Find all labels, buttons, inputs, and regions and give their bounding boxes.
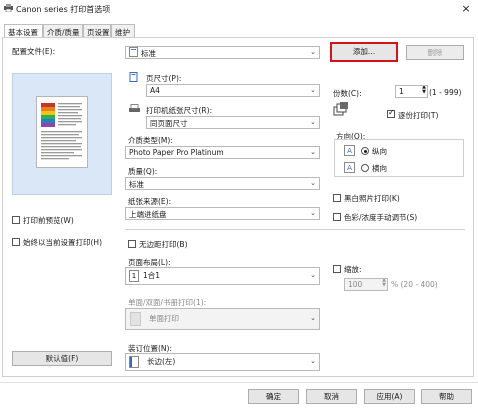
grayscale-checkbox[interactable] bbox=[333, 194, 341, 202]
page-layout-value: 1合1 bbox=[143, 271, 161, 280]
copies-label: 份数(C): bbox=[333, 89, 362, 98]
tab-media-quality[interactable]: 介质/质量 bbox=[43, 24, 83, 38]
apply-button[interactable]: 应用(A) bbox=[364, 389, 415, 404]
printer-paper-size-select[interactable]: 同页面尺寸 ⌄ bbox=[146, 116, 320, 129]
borderless-label: 无边距打印(B) bbox=[139, 240, 188, 249]
section-divider bbox=[125, 229, 465, 230]
delete-profile-button[interactable]: 删除 bbox=[406, 45, 464, 60]
copies-range: (1 - 999) bbox=[429, 88, 462, 97]
window-title: Canon series 打印首选项 bbox=[16, 5, 111, 14]
stepper-icon[interactable]: ▲ ▼ bbox=[382, 279, 386, 288]
landscape-label: 横向 bbox=[372, 164, 387, 173]
collate-label: 逐份打印(T) bbox=[398, 111, 439, 120]
preview-before-print-checkbox[interactable] bbox=[12, 216, 20, 224]
always-print-current-checkbox[interactable] bbox=[12, 238, 20, 246]
chevron-down-icon: ⌄ bbox=[310, 48, 316, 56]
portrait-radio[interactable] bbox=[361, 147, 369, 155]
portrait-icon: A bbox=[344, 145, 355, 156]
chevron-down-icon: ⌄ bbox=[310, 209, 316, 217]
page-layout-select[interactable]: 1 1合1 ⌄ bbox=[125, 267, 320, 285]
paper-size-icon bbox=[129, 104, 140, 114]
media-type-select[interactable]: Photo Paper Pro Platinum ⌄ bbox=[125, 146, 320, 159]
paper-source-select[interactable]: 上端进纸盘 ⌄ bbox=[125, 207, 320, 220]
page-size-value: A4 bbox=[150, 86, 160, 95]
scaling-label: 缩放: bbox=[344, 265, 362, 274]
ok-button[interactable]: 确定 bbox=[248, 389, 299, 404]
landscape-radio[interactable] bbox=[361, 164, 369, 172]
binding-select[interactable]: 长边(左) ⌄ bbox=[125, 353, 320, 371]
scaling-range: % (20 - 400) bbox=[391, 280, 438, 289]
title-bar: Canon series 打印首选项 × bbox=[0, 0, 478, 18]
printer-paper-size-value: 同页面尺寸 bbox=[150, 119, 188, 128]
quality-value: 标准 bbox=[129, 180, 144, 189]
paper-source-label: 纸张来源(E): bbox=[128, 197, 172, 206]
defaults-button[interactable]: 默认值(F) bbox=[12, 351, 112, 366]
borderless-checkbox[interactable] bbox=[128, 240, 136, 248]
chevron-down-icon: ⌄ bbox=[310, 148, 316, 156]
chevron-down-icon: ⌄ bbox=[310, 271, 316, 279]
scaling-checkbox[interactable] bbox=[333, 265, 341, 273]
chevron-down-icon: ⌄ bbox=[310, 86, 316, 94]
media-type-value: Photo Paper Pro Platinum bbox=[129, 148, 224, 157]
preview-page bbox=[36, 96, 88, 168]
scaling-input[interactable]: 100 ▲ ▼ bbox=[344, 278, 388, 291]
copies-input[interactable]: 1 ▲ ▼ bbox=[395, 85, 428, 98]
profile-label: 配置文件(E): bbox=[12, 47, 56, 56]
paper-source-value: 上端进纸盘 bbox=[129, 210, 167, 219]
binding-icon bbox=[129, 356, 139, 368]
tab-maintenance[interactable]: 维护 bbox=[111, 24, 135, 38]
collate-checkbox[interactable] bbox=[387, 108, 395, 118]
close-button[interactable]: × bbox=[458, 1, 474, 17]
binding-value: 长边(左) bbox=[147, 357, 176, 366]
copies-icon bbox=[333, 102, 349, 116]
grayscale-label: 黑白照片打印(K) bbox=[344, 194, 400, 203]
preview-before-print-label: 打印前预览(W) bbox=[23, 216, 74, 225]
stepper-icon[interactable]: ▲ ▼ bbox=[422, 86, 426, 95]
duplex-icon bbox=[130, 312, 141, 326]
printer-icon bbox=[4, 4, 13, 13]
tab-page-setup[interactable]: 页设置 bbox=[83, 24, 111, 38]
copies-value: 1 bbox=[399, 87, 404, 96]
duplex-select[interactable]: 单面打印 ⌄ bbox=[125, 308, 320, 330]
chevron-down-icon: ⌄ bbox=[310, 314, 316, 322]
always-print-current-label: 始终以当前设置打印(H) bbox=[23, 238, 102, 247]
footer-divider bbox=[0, 382, 478, 383]
printer-paper-size-label: 打印机纸张尺寸(R): bbox=[146, 106, 213, 115]
manual-color-checkbox[interactable] bbox=[333, 213, 341, 221]
media-type-label: 介质类型(M): bbox=[128, 136, 173, 145]
layout-icon: 1 bbox=[129, 270, 139, 282]
profile-select[interactable]: 标准 ⌄ bbox=[125, 46, 320, 59]
duplex-label: 单面/双面/书册打印(1): bbox=[128, 298, 207, 307]
landscape-icon: A bbox=[344, 162, 355, 173]
quality-select[interactable]: 标准 ⌄ bbox=[125, 177, 320, 190]
scaling-value: 100 bbox=[348, 280, 363, 289]
page-size-icon bbox=[129, 72, 139, 82]
cancel-button[interactable]: 取消 bbox=[306, 389, 357, 404]
manual-color-label: 色彩/浓度手动调节(S) bbox=[344, 213, 418, 222]
profile-icon bbox=[129, 47, 139, 57]
chevron-down-icon: ⌄ bbox=[310, 357, 316, 365]
chevron-down-icon: ⌄ bbox=[310, 179, 316, 187]
page-size-label: 页尺寸(P): bbox=[146, 74, 182, 83]
profile-value: 标准 bbox=[141, 49, 156, 58]
duplex-value: 单面打印 bbox=[149, 314, 179, 323]
portrait-label: 纵向 bbox=[372, 147, 387, 156]
chevron-down-icon: ⌄ bbox=[310, 118, 316, 126]
quality-label: 质量(Q): bbox=[128, 167, 158, 176]
page-size-select[interactable]: A4 ⌄ bbox=[146, 84, 320, 97]
help-button[interactable]: 帮助 bbox=[421, 389, 472, 404]
add-profile-button[interactable]: 添加... bbox=[330, 42, 398, 62]
